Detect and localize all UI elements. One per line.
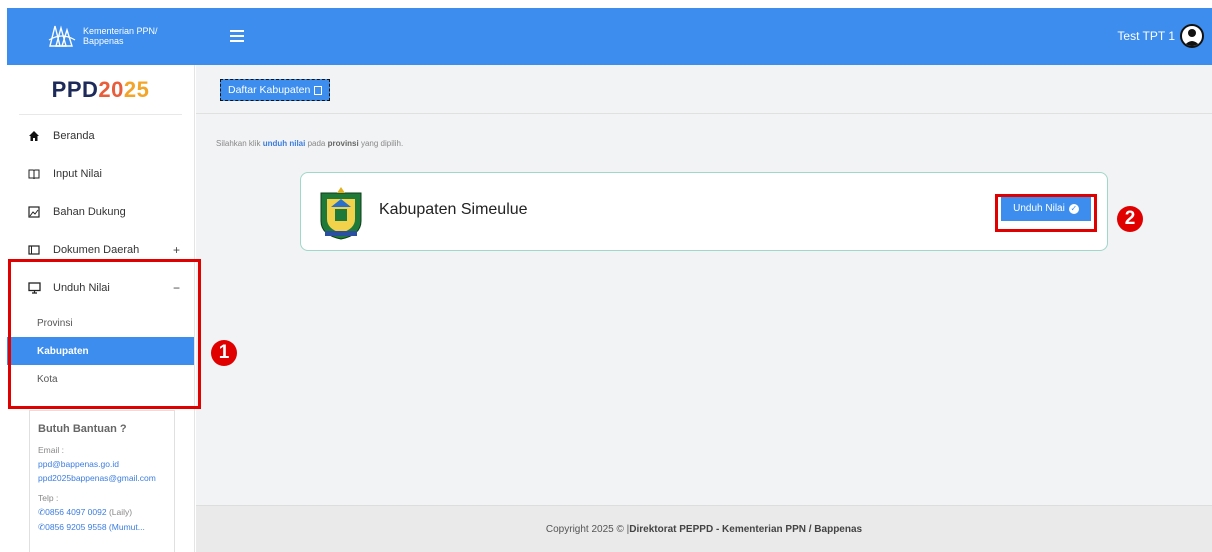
footer: Copyright 2025 © | Direktorat PEPPD - Kem… [196, 505, 1212, 552]
brand-text: Kementerian PPN/ Bappenas [83, 26, 158, 46]
image-icon [27, 205, 41, 219]
user-avatar-icon [1180, 24, 1204, 48]
help-email-link-2[interactable]: ppd2025bappenas@gmail.com [38, 473, 166, 483]
help-phone-link-2[interactable]: ✆0856 9205 9558 (Mumut... [38, 522, 166, 533]
instruction-text: Silahkan klik unduh nilai pada provinsi … [216, 139, 403, 148]
top-navbar: Kementerian PPN/ Bappenas Test TPT 1 [7, 8, 1212, 65]
step-badge-2: 2 [1117, 206, 1143, 232]
menu-toggle-icon[interactable] [230, 27, 244, 42]
app-frame: Kementerian PPN/ Bappenas Test TPT 1 PPD… [0, 0, 1212, 552]
app-title-part-c: 25 [123, 76, 150, 102]
user-name: Test TPT 1 [1117, 29, 1175, 43]
help-phone-name-1: (Laily) [108, 507, 133, 517]
breadcrumb-bar: Daftar Kabupaten [196, 65, 1212, 114]
step-badge-1: 1 [211, 340, 237, 366]
sidebar-item-label: Bahan Dukung [53, 206, 126, 218]
bappenas-logo-icon [48, 25, 76, 47]
phone-label: Telp : [38, 493, 59, 503]
highlight-box-2 [995, 194, 1097, 232]
hint-mid: pada [305, 139, 328, 148]
org-name-line1: Kementerian PPN/ [83, 26, 158, 36]
main-content: Daftar Kabupaten Silahkan klik unduh nil… [196, 65, 1212, 552]
app-title: PPD 20 25 [19, 65, 182, 115]
help-phone-number-1: ✆0856 4097 0092 [38, 507, 107, 517]
footer-org: Direktorat PEPPD - Kementerian PPN / Bap… [629, 523, 863, 535]
card-title: Kabupaten Simeulue [379, 201, 528, 218]
hint-suffix: yang dipilih. [358, 139, 404, 148]
sidebar-item-beranda[interactable]: Beranda [7, 117, 194, 155]
help-email-link-1[interactable]: ppd@bappenas.go.id [38, 459, 166, 469]
window-icon [27, 243, 41, 257]
email-label: Email : [38, 445, 64, 455]
kabupaten-card: Kabupaten Simeulue Unduh Nilai ✓ [300, 172, 1108, 251]
sidebar-item-bahan-dukung[interactable]: Bahan Dukung [7, 193, 194, 231]
home-icon [27, 129, 41, 143]
hint-strong: provinsi [327, 139, 359, 148]
app-title-part-b: 20 [98, 76, 124, 102]
expand-icon[interactable]: + [173, 243, 180, 257]
kabupaten-emblem-icon [320, 187, 362, 240]
breadcrumb[interactable]: Daftar Kabupaten [220, 79, 331, 101]
sidebar-item-label: Dokumen Daerah [53, 244, 140, 256]
book-icon [27, 167, 41, 181]
app-title-part-a: PPD [51, 76, 99, 102]
help-panel: Butuh Bantuan ? Email : ppd@bappenas.go.… [29, 410, 175, 552]
breadcrumb-label: Daftar Kabupaten [228, 84, 311, 96]
brand[interactable]: Kementerian PPN/ Bappenas [47, 22, 158, 50]
highlight-box-1 [8, 259, 201, 409]
user-menu[interactable]: Test TPT 1 [1117, 24, 1204, 48]
org-name-line2: Bappenas [83, 36, 124, 46]
hint-prefix: Silahkan klik [216, 139, 263, 148]
hint-link: unduh nilai [262, 139, 306, 148]
sidebar-item-input-nilai[interactable]: Input Nilai [7, 155, 194, 193]
footer-copyright: Copyright 2025 © | [545, 523, 630, 535]
document-icon [314, 85, 323, 95]
sidebar-item-label: Input Nilai [53, 168, 102, 180]
help-phone-link-1[interactable]: ✆0856 4097 0092 (Laily) [38, 507, 166, 518]
sidebar-item-label: Beranda [53, 130, 95, 142]
help-title: Butuh Bantuan ? [38, 423, 127, 435]
